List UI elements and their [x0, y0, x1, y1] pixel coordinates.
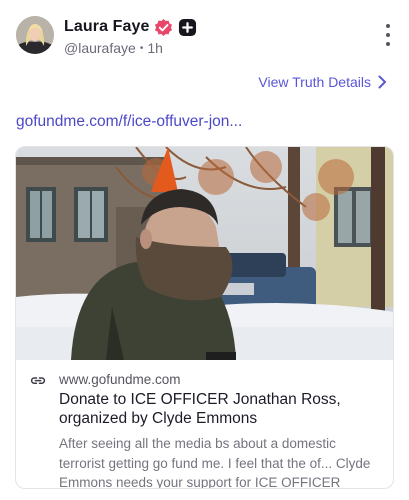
separator-dot: •	[139, 42, 144, 54]
post-body-link[interactable]: gofundme.com/f/ice-offuver-jon...	[16, 113, 242, 131]
avatar-photo	[16, 16, 54, 54]
handle-row: @laurafaye • 1h	[64, 40, 197, 56]
author-handle[interactable]: @laurafaye	[64, 40, 136, 56]
verified-badge-icon	[154, 18, 173, 37]
link-preview-text: www.gofundme.com Donate to ICE OFFICER J…	[59, 372, 379, 489]
avatar[interactable]	[16, 16, 54, 54]
link-preview-body: www.gofundme.com Donate to ICE OFFICER J…	[16, 360, 393, 489]
chevron-right-icon	[378, 75, 386, 89]
link-preview-image	[16, 147, 393, 360]
name-row: Laura Faye	[64, 17, 197, 37]
author-block: Laura Faye @laurafaye • 1h	[64, 17, 197, 56]
link-icon	[30, 377, 46, 384]
view-details-label: View Truth Details	[258, 74, 371, 90]
view-details-link[interactable]: View Truth Details	[258, 74, 387, 90]
author-name[interactable]: Laura Faye	[64, 18, 149, 36]
more-vertical-icon[interactable]	[381, 24, 395, 46]
plus-badge-icon	[178, 18, 197, 37]
post-header: Laura Faye @laurafaye • 1h	[16, 16, 393, 56]
link-preview-domain: www.gofundme.com	[59, 372, 181, 387]
post-time[interactable]: 1h	[147, 40, 163, 56]
link-preview-card[interactable]: www.gofundme.com Donate to ICE OFFICER J…	[15, 146, 394, 489]
link-preview-description: After seeing all the media bs about a do…	[59, 436, 371, 489]
link-preview-title: Donate to ICE OFFICER Jonathan Ross, org…	[59, 391, 341, 427]
